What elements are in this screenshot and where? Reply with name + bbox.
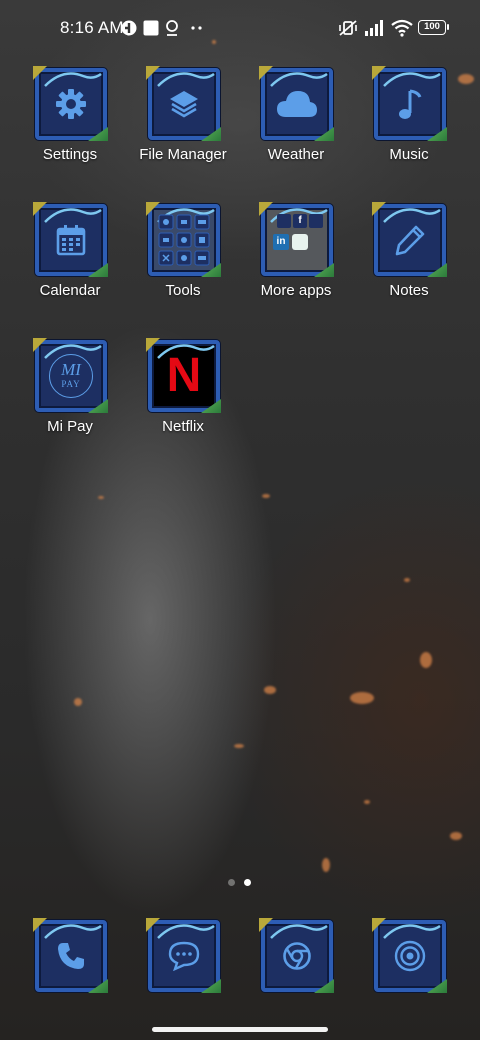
home-gesture-bar[interactable]	[152, 1027, 328, 1032]
wifi-icon	[391, 19, 413, 37]
app-mini-icon	[309, 214, 323, 228]
folder-more-apps[interactable]: f in More apps	[240, 204, 352, 314]
app-label: Netflix	[162, 418, 204, 435]
app-settings[interactable]: Settings	[14, 68, 126, 178]
dock-browser[interactable]	[240, 920, 352, 1030]
status-bar: 8:16 AM 100	[0, 0, 480, 56]
settings-tile	[35, 68, 107, 140]
square-notification-icon	[143, 20, 159, 36]
phone-icon	[58, 943, 84, 969]
app-calendar[interactable]: Calendar	[14, 204, 126, 314]
tools-folder-tile	[148, 204, 220, 276]
weather-tile	[261, 68, 333, 140]
app-label: Tools	[165, 282, 201, 299]
ember	[98, 496, 104, 499]
app-file-manager[interactable]: File Manager	[127, 68, 239, 178]
vpn-icon	[121, 20, 137, 36]
pencil-icon	[395, 225, 425, 256]
ember	[264, 686, 276, 694]
app-label: Calendar	[39, 282, 101, 299]
app-label: More apps	[260, 282, 332, 299]
dock-camera[interactable]	[353, 920, 465, 1030]
notes-tile	[374, 204, 446, 276]
browser-tile	[261, 920, 333, 992]
phone-tile	[35, 920, 107, 992]
app-netflix[interactable]: N Netflix	[127, 340, 239, 450]
dock-phone[interactable]	[14, 920, 126, 1030]
page-dot-active[interactable]	[244, 879, 251, 886]
mi-pay-icon: MI PAY	[49, 354, 93, 398]
cloud-icon	[277, 91, 317, 117]
clock: 8:16 AM	[60, 18, 124, 37]
more-apps-folder-tile: f in	[261, 204, 333, 276]
music-tile	[374, 68, 446, 140]
ember	[234, 744, 244, 748]
ember	[450, 832, 462, 840]
netflix-tile: N	[148, 340, 220, 412]
ember	[74, 698, 82, 706]
page-dot[interactable]	[228, 879, 235, 886]
app-music[interactable]: Music	[353, 68, 465, 178]
layers-icon	[170, 91, 198, 118]
file-manager-tile	[148, 68, 220, 140]
facebook-icon: f	[293, 214, 307, 228]
messages-tile	[148, 920, 220, 992]
mi-pay-logo-bottom: PAY	[61, 379, 81, 389]
location-icon	[166, 20, 178, 36]
app-mi-pay[interactable]: MI PAY Mi Pay	[14, 340, 126, 450]
netflix-icon: N	[166, 349, 202, 402]
browser-icon	[283, 942, 311, 970]
app-weather[interactable]: Weather	[240, 68, 352, 178]
battery-level: 100	[424, 21, 440, 32]
app-label: Notes	[389, 282, 429, 299]
ember	[350, 692, 374, 704]
mi-pay-logo-top: MI	[61, 360, 81, 379]
calendar-icon	[56, 225, 86, 256]
app-label: Settings	[42, 146, 98, 163]
app-label: File Manager	[139, 146, 227, 163]
mi-pay-tile: MI PAY	[35, 340, 107, 412]
mute-vibrate-icon	[339, 20, 357, 36]
app-label: Music	[389, 146, 429, 163]
ember	[322, 858, 330, 872]
app-mini-icon	[277, 214, 291, 228]
gallery-icon	[292, 234, 308, 250]
tools-folder-icon	[158, 214, 210, 266]
folder-tools[interactable]: Tools	[127, 204, 239, 314]
calendar-tile	[35, 204, 107, 276]
linkedin-icon: in	[273, 234, 289, 250]
app-label: Weather	[267, 146, 325, 163]
camera-tile	[374, 920, 446, 992]
music-note-icon	[399, 89, 422, 119]
battery-icon: 100	[418, 20, 449, 35]
ember	[420, 652, 432, 668]
signal-icon	[365, 20, 383, 36]
ember	[364, 800, 370, 804]
messages-icon	[168, 941, 200, 971]
dock-messages[interactable]	[127, 920, 239, 1030]
more-notifications-icon	[191, 26, 202, 30]
app-label: Mi Pay	[47, 418, 93, 435]
ember	[404, 578, 410, 582]
gear-icon	[56, 89, 86, 119]
camera-icon	[394, 940, 426, 972]
app-notes[interactable]: Notes	[353, 204, 465, 314]
ember	[262, 494, 270, 498]
page-indicator[interactable]	[228, 879, 254, 887]
